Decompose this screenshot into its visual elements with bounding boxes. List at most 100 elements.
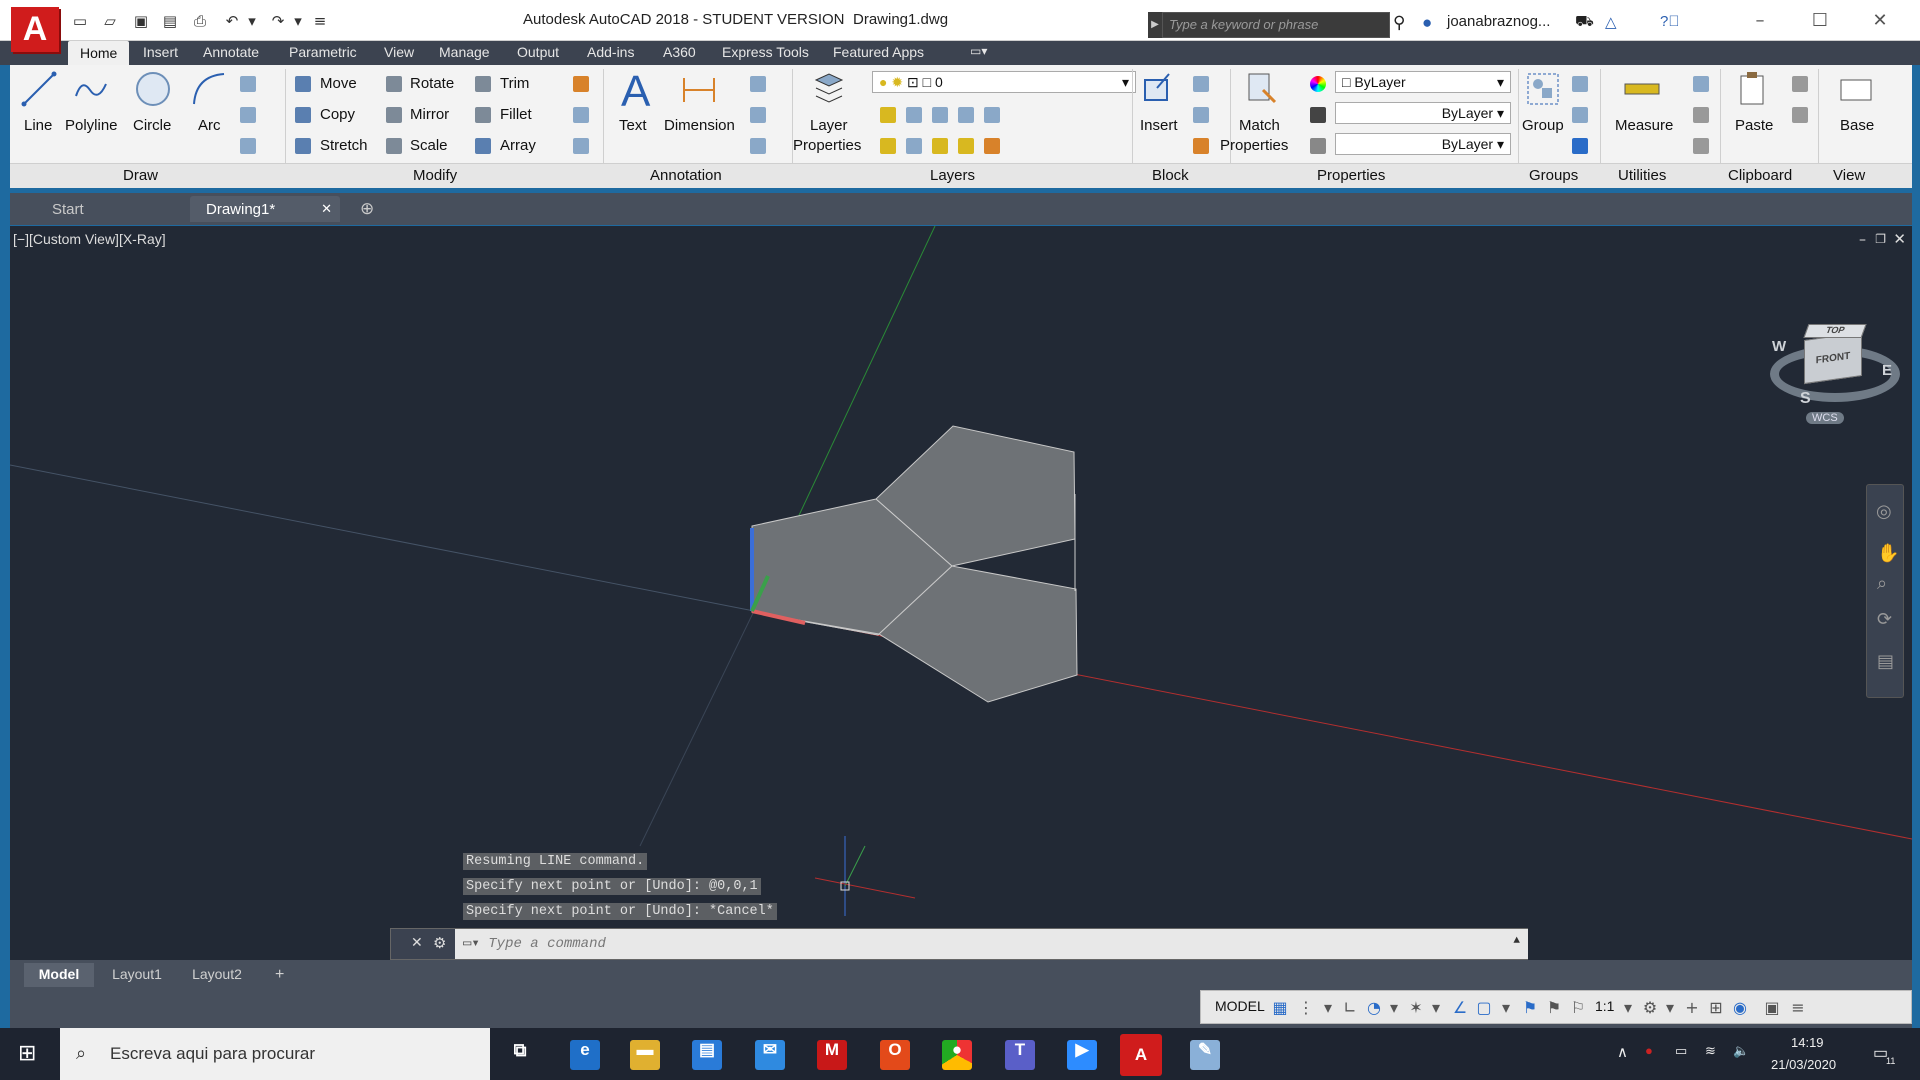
id-point-icon[interactable] <box>1693 107 1709 123</box>
compass-west[interactable]: W <box>1772 338 1786 355</box>
tab-featured-apps[interactable]: Featured Apps <box>833 44 924 60</box>
circle-button[interactable]: Circle <box>133 117 171 134</box>
graphics-performance-icon[interactable]: ▣ <box>1763 999 1781 1017</box>
tab-layout1[interactable]: Layout1 <box>100 963 174 987</box>
tab-view[interactable]: View <box>384 44 414 60</box>
layer-walk-icon[interactable] <box>984 138 1000 154</box>
minimize-icon[interactable]: – <box>1740 6 1780 36</box>
chevron-down-icon[interactable]: ▾ <box>1619 999 1637 1017</box>
close-command-line-icon[interactable]: ✕ <box>411 935 423 951</box>
layer-dropdown[interactable]: ● ✹ ⊡ □ 0 ▾ <box>872 71 1136 93</box>
ungroup-icon[interactable] <box>1572 76 1588 92</box>
model-space-canvas[interactable] <box>10 226 1912 960</box>
save-as-icon[interactable]: ▤ <box>160 12 180 30</box>
tab-add-ins[interactable]: Add-ins <box>587 44 634 60</box>
viewport-controls-label[interactable]: [−][Custom View][X-Ray] <box>13 231 166 247</box>
mirror-button[interactable]: Mirror <box>410 106 449 123</box>
customization-menu-icon[interactable]: ≡ <box>1789 999 1807 1017</box>
annotation-scale-value[interactable]: 1:1 <box>1595 998 1614 1014</box>
annotation-visibility-icon[interactable]: ⚑ <box>1521 999 1539 1017</box>
task-view-icon[interactable]: ⧉ <box>505 1040 535 1070</box>
isodraft-icon[interactable]: ✶ <box>1407 999 1425 1017</box>
units-icon[interactable]: ⊞ <box>1707 999 1725 1017</box>
clipboard-panel-title[interactable]: Clipboard <box>1728 167 1792 184</box>
volume-icon[interactable]: 🔈 <box>1733 1043 1749 1059</box>
array-button[interactable]: Array <box>500 137 536 154</box>
chevron-down-icon[interactable]: ▾ <box>1427 999 1445 1017</box>
maximize-icon[interactable]: ☐ <box>1800 6 1840 36</box>
match-properties-label-2[interactable]: Properties <box>1220 137 1288 154</box>
model-space-toggle[interactable]: MODEL <box>1215 998 1265 1014</box>
zoom-extents-icon[interactable]: ⌕ <box>1877 573 1887 594</box>
steering-wheel-icon[interactable]: ◎ <box>1876 501 1892 522</box>
boundary-icon[interactable] <box>240 138 256 154</box>
group-button[interactable]: Group <box>1522 117 1564 134</box>
quick-select-icon[interactable] <box>1693 76 1709 92</box>
mcafee-icon[interactable]: M <box>817 1040 847 1070</box>
snap-icon[interactable]: ⋮ <box>1297 999 1315 1017</box>
tab-start[interactable]: Start <box>36 196 186 222</box>
group-selection-icon[interactable] <box>1572 138 1588 154</box>
search-expand-icon[interactable]: ▶ <box>1148 12 1162 38</box>
add-layout-icon[interactable]: + <box>265 963 294 987</box>
layer-lock-icon[interactable] <box>958 107 974 123</box>
copy-button[interactable]: Copy <box>320 106 355 123</box>
cart-icon[interactable]: ⛟ <box>1575 13 1594 32</box>
help-search-input[interactable]: Type a keyword or phrase <box>1162 12 1390 38</box>
block-panel-title[interactable]: Block <box>1152 167 1189 184</box>
save-icon[interactable]: ▣ <box>131 12 151 30</box>
autocad-taskbar-icon[interactable]: A <box>1120 1034 1162 1076</box>
viewport-restore-icon[interactable]: ❐ <box>1875 232 1886 246</box>
layer-isolate-icon[interactable] <box>906 107 922 123</box>
store-icon[interactable]: ▤ <box>692 1040 722 1070</box>
layer-properties-label[interactable]: Layer <box>810 117 848 134</box>
paint-icon[interactable]: ✎ <box>1190 1040 1220 1070</box>
chevron-down-icon[interactable]: ▾ <box>1661 999 1679 1017</box>
move-button[interactable]: Move <box>320 75 357 92</box>
utilities-panel-title[interactable]: Utilities <box>1618 167 1666 184</box>
create-block-icon[interactable] <box>1193 76 1209 92</box>
modify-panel-title[interactable]: Modify <box>413 167 457 184</box>
battery-icon[interactable]: ▭ <box>1675 1043 1687 1059</box>
tab-layout2[interactable]: Layout2 <box>180 963 254 987</box>
undo-icon[interactable]: ↶ <box>222 12 242 30</box>
redo-dropdown-icon[interactable]: ▾ <box>288 12 308 30</box>
file-explorer-icon[interactable]: ▬ <box>630 1040 660 1070</box>
open-icon[interactable]: ▱ <box>100 12 120 30</box>
viewport-close-icon[interactable]: ✕ <box>1893 230 1906 248</box>
annotation-monitor-icon[interactable]: + <box>1683 999 1701 1017</box>
wcs-menu[interactable]: WCS <box>1806 412 1844 424</box>
table-icon[interactable] <box>750 138 766 154</box>
erase-icon[interactable] <box>573 76 589 92</box>
color-wheel-icon[interactable] <box>1310 76 1326 92</box>
grid-icon[interactable]: ▦ <box>1271 999 1289 1017</box>
explode-icon[interactable] <box>573 107 589 123</box>
rectangle-icon[interactable] <box>240 76 256 92</box>
annotation-scale-icon[interactable]: ⚐ <box>1569 999 1587 1017</box>
close-tab-icon[interactable]: ✕ <box>321 201 332 217</box>
redo-icon[interactable]: ↷ <box>268 12 288 30</box>
linetype-dropdown[interactable]: ByLayer ▾ <box>1335 133 1511 155</box>
customize-quick-access-icon[interactable]: ≡ <box>310 12 330 30</box>
viewcube[interactable]: FRONT TOP W E S WCS <box>1760 296 1900 426</box>
mail-icon[interactable]: ✉ <box>755 1040 785 1070</box>
compass-east[interactable]: E <box>1882 362 1892 379</box>
edit-block-icon[interactable] <box>1193 107 1209 123</box>
linetype-icon[interactable] <box>1310 138 1326 154</box>
tab-insert[interactable]: Insert <box>143 44 178 60</box>
tab-a360[interactable]: A360 <box>663 44 696 60</box>
command-input[interactable]: ▭▾ Type a command ▲ <box>455 929 1528 959</box>
print-icon[interactable]: ⎙ <box>190 12 210 30</box>
chevron-down-icon[interactable]: ▾ <box>1497 999 1515 1017</box>
office-icon[interactable]: O <box>880 1040 910 1070</box>
arc-button[interactable]: Arc <box>198 117 221 134</box>
application-menu-button[interactable]: A <box>11 7 59 52</box>
tab-parametric[interactable]: Parametric <box>289 44 357 60</box>
show-hidden-icons-chevron[interactable]: ∧ <box>1617 1043 1628 1061</box>
pan-icon[interactable]: ✋ <box>1877 543 1899 564</box>
taskbar-search[interactable]: ⌕ Escreva aqui para procurar <box>60 1028 490 1080</box>
offset-icon[interactable] <box>573 138 589 154</box>
annotation-panel-title[interactable]: Annotation <box>650 167 722 184</box>
base-button[interactable]: Base <box>1840 117 1874 134</box>
tab-home[interactable]: Home <box>68 41 130 65</box>
